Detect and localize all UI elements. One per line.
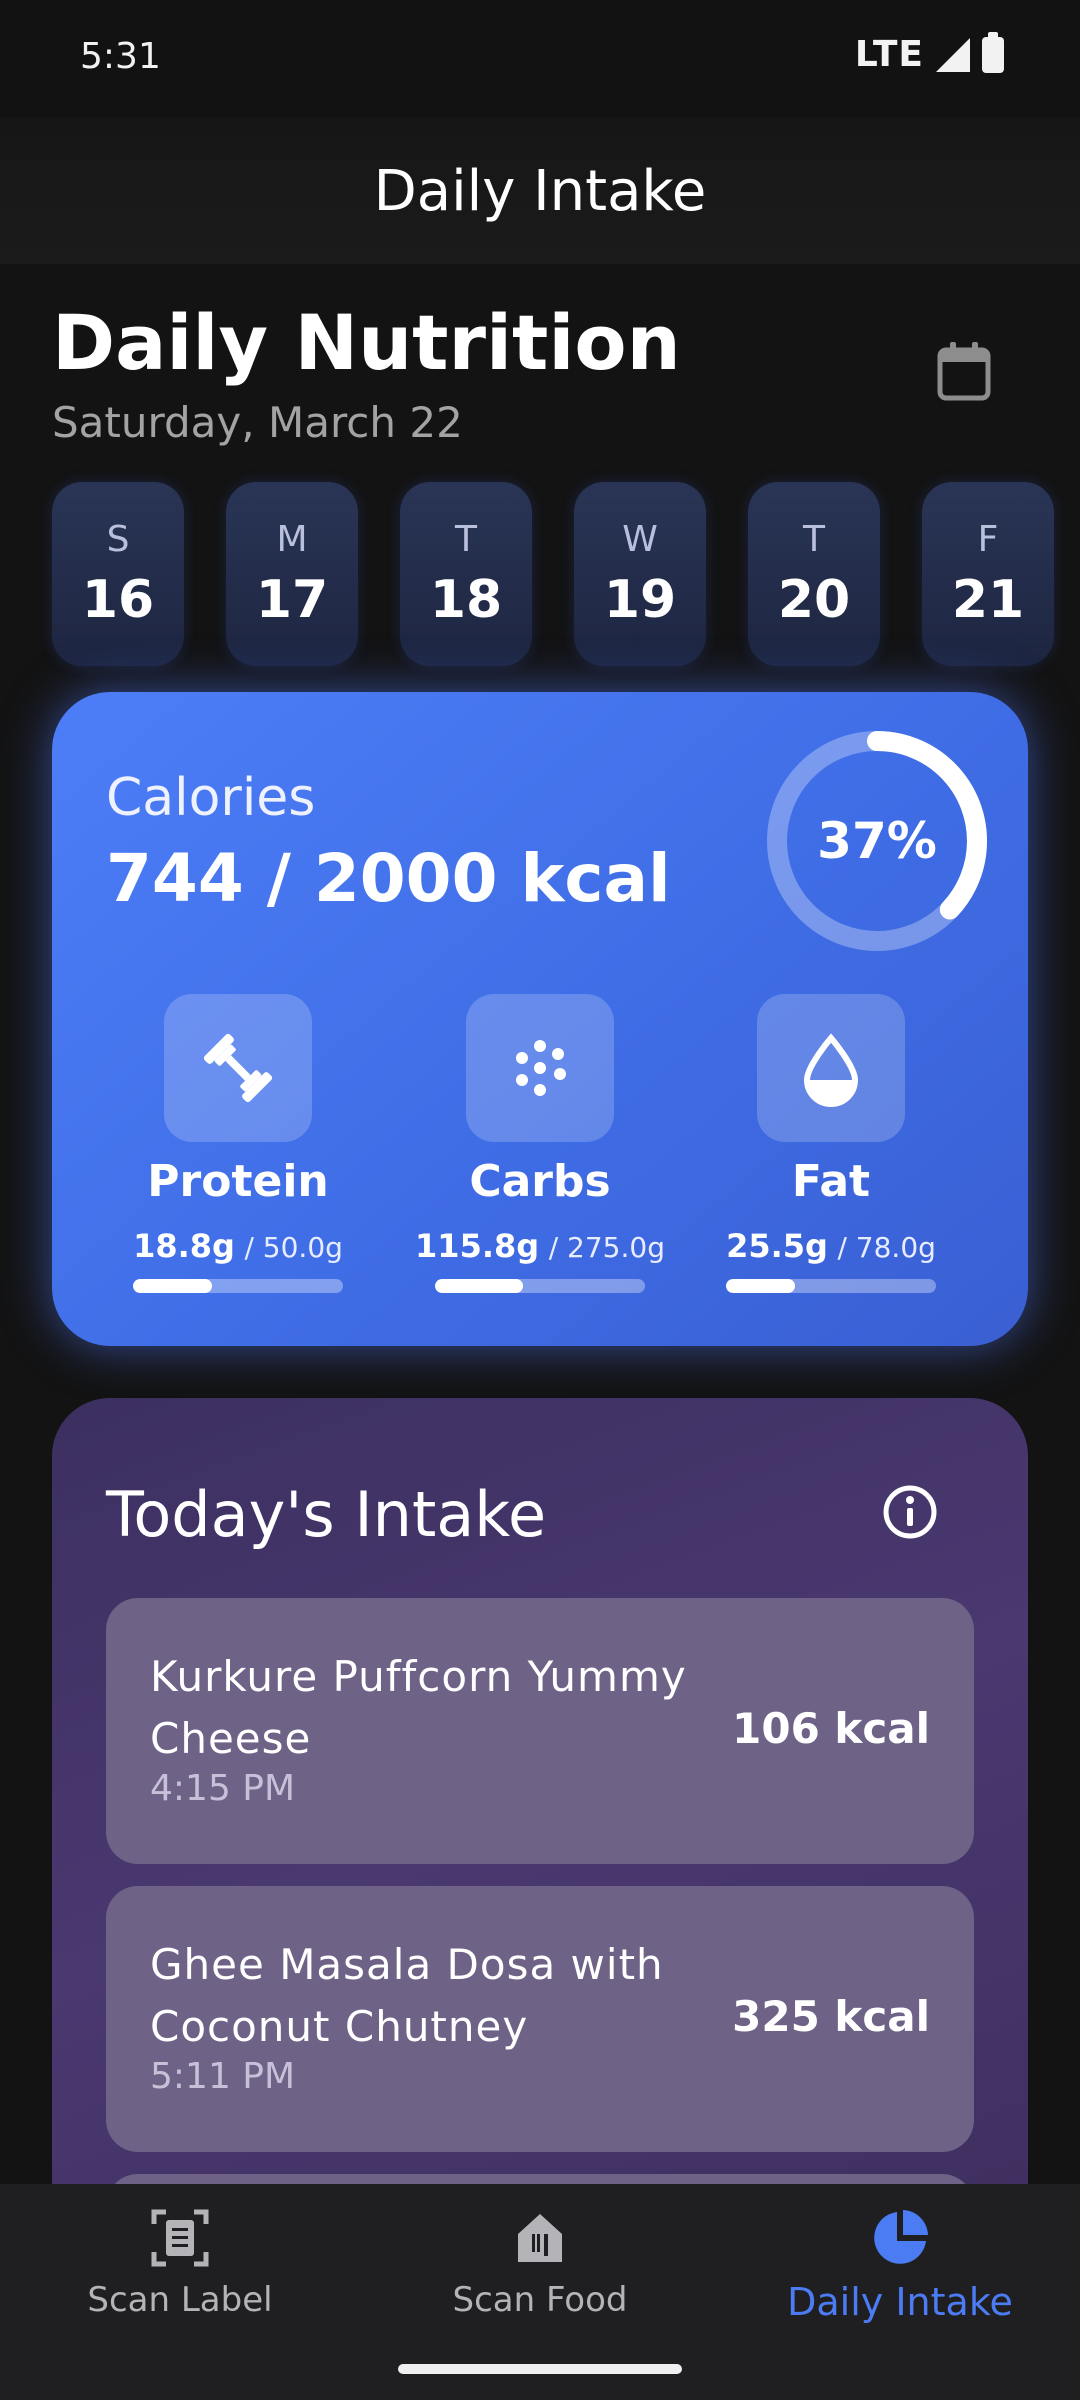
macro-name: Fat bbox=[791, 1156, 871, 1207]
calories-value: 744 / 2000 kcal bbox=[106, 840, 671, 917]
nav-label: Scan Food bbox=[452, 2280, 628, 2320]
nav-label: Scan Label bbox=[87, 2280, 273, 2320]
macro-target: / 50.0g bbox=[244, 1231, 343, 1264]
day-letter: T bbox=[455, 518, 477, 560]
battery-icon bbox=[982, 31, 1004, 73]
day-letter: T bbox=[803, 518, 825, 560]
macro-name: Carbs bbox=[469, 1156, 611, 1207]
entry-name: Ghee Masala Dosa with Coconut Chutney bbox=[150, 1940, 664, 2051]
intake-entry[interactable]: Ghee Masala Dosa with Coconut Chutney 5:… bbox=[106, 1886, 974, 2152]
day-number: 21 bbox=[951, 569, 1025, 630]
macro-carbs: Carbs 115.8g / 275.0g bbox=[415, 994, 665, 1293]
day-number: 16 bbox=[81, 569, 155, 630]
network-label: LTE bbox=[854, 34, 924, 75]
macro-target: / 78.0g bbox=[837, 1231, 936, 1264]
day-chip-17[interactable]: M 17 bbox=[226, 482, 358, 666]
app-bar-title: Daily Intake bbox=[373, 158, 707, 224]
macro-amount: 18.8g / 50.0g bbox=[133, 1227, 343, 1265]
day-number: 18 bbox=[429, 569, 503, 630]
scan-food-icon bbox=[518, 2214, 562, 2262]
page-date: Saturday, March 22 bbox=[52, 398, 463, 447]
day-letter: M bbox=[276, 518, 308, 560]
signal-icon bbox=[936, 37, 970, 72]
day-chip-21[interactable]: F 21 bbox=[922, 482, 1054, 666]
macro-fat: Fat 25.5g / 78.0g bbox=[706, 994, 956, 1293]
entry-time: 5:11 PM bbox=[150, 2056, 296, 2097]
status-time: 5:31 bbox=[80, 36, 161, 77]
day-strip: S 16 M 17 T 18 W 19 T 20 F 21 bbox=[52, 482, 1054, 666]
macro-consumed: 25.5g bbox=[726, 1227, 828, 1265]
intake-entry[interactable]: Kurkure Puffcorn Yummy Cheese 4:15 PM 10… bbox=[106, 1598, 974, 1864]
macro-consumed: 18.8g bbox=[133, 1227, 235, 1265]
macro-target: / 275.0g bbox=[548, 1231, 665, 1264]
entry-name: Kurkure Puffcorn Yummy Cheese bbox=[150, 1652, 687, 1763]
status-icons: LTE bbox=[854, 31, 1004, 75]
macro-progress-bar bbox=[435, 1279, 645, 1293]
day-letter: S bbox=[106, 518, 130, 560]
calendar-icon[interactable] bbox=[936, 342, 992, 402]
macro-icon-tile bbox=[466, 994, 614, 1142]
day-chip-19[interactable]: W 19 bbox=[574, 482, 706, 666]
nav-item-daily-intake[interactable]: Daily Intake bbox=[720, 2208, 1080, 2324]
macro-progress-fill bbox=[435, 1279, 524, 1293]
macro-progress-fill bbox=[133, 1279, 212, 1293]
nav-item-scan-food[interactable]: Scan Food bbox=[360, 2208, 720, 2320]
nav-label: Daily Intake bbox=[787, 2280, 1013, 2324]
day-chip-16[interactable]: S 16 bbox=[52, 482, 184, 666]
app-bar: Daily Intake bbox=[0, 118, 1080, 264]
scan-label-icon bbox=[151, 2209, 209, 2267]
status-bar: 5:31 LTE bbox=[0, 0, 1080, 118]
macro-protein: Protein 18.8g / 50.0g bbox=[113, 994, 363, 1293]
macro-consumed: 115.8g bbox=[415, 1227, 540, 1265]
entry-kcal: 325 kcal bbox=[732, 1992, 930, 2041]
info-icon[interactable] bbox=[882, 1484, 938, 1540]
entry-kcal: 106 kcal bbox=[732, 1704, 930, 1753]
page-title: Daily Nutrition bbox=[52, 298, 681, 387]
calories-percent: 37% bbox=[817, 812, 937, 870]
day-letter: F bbox=[977, 518, 999, 560]
day-number: 19 bbox=[603, 569, 677, 630]
home-indicator[interactable] bbox=[398, 2364, 682, 2374]
macro-progress-bar bbox=[133, 1279, 343, 1293]
day-number: 17 bbox=[255, 569, 329, 630]
day-chip-18[interactable]: T 18 bbox=[400, 482, 532, 666]
pie-chart-icon bbox=[874, 2210, 928, 2264]
macro-amount: 25.5g / 78.0g bbox=[726, 1227, 936, 1265]
calories-label: Calories bbox=[106, 768, 316, 828]
macro-progress-fill bbox=[726, 1279, 795, 1293]
nav-item-scan-label[interactable]: Scan Label bbox=[0, 2208, 360, 2320]
day-chip-20[interactable]: T 20 bbox=[748, 482, 880, 666]
macro-progress-bar bbox=[726, 1279, 936, 1293]
droplet-icon bbox=[803, 1033, 859, 1107]
day-number: 20 bbox=[777, 569, 851, 630]
dumbbell-icon bbox=[203, 1033, 273, 1103]
calories-card: Calories 744 / 2000 kcal 37% Protein 18.… bbox=[52, 692, 1028, 1346]
intake-title: Today's Intake bbox=[106, 1478, 547, 1551]
macro-icon-tile bbox=[164, 994, 312, 1142]
macro-name: Protein bbox=[147, 1156, 329, 1207]
screen: 5:31 LTE Daily Intake Daily Nutrition Sa… bbox=[0, 0, 1080, 2400]
macro-amount: 115.8g / 275.0g bbox=[415, 1227, 665, 1265]
macro-icon-tile bbox=[757, 994, 905, 1142]
day-letter: W bbox=[622, 518, 658, 560]
entry-time: 4:15 PM bbox=[150, 1768, 296, 1809]
grain-dots-icon bbox=[516, 1040, 566, 1096]
